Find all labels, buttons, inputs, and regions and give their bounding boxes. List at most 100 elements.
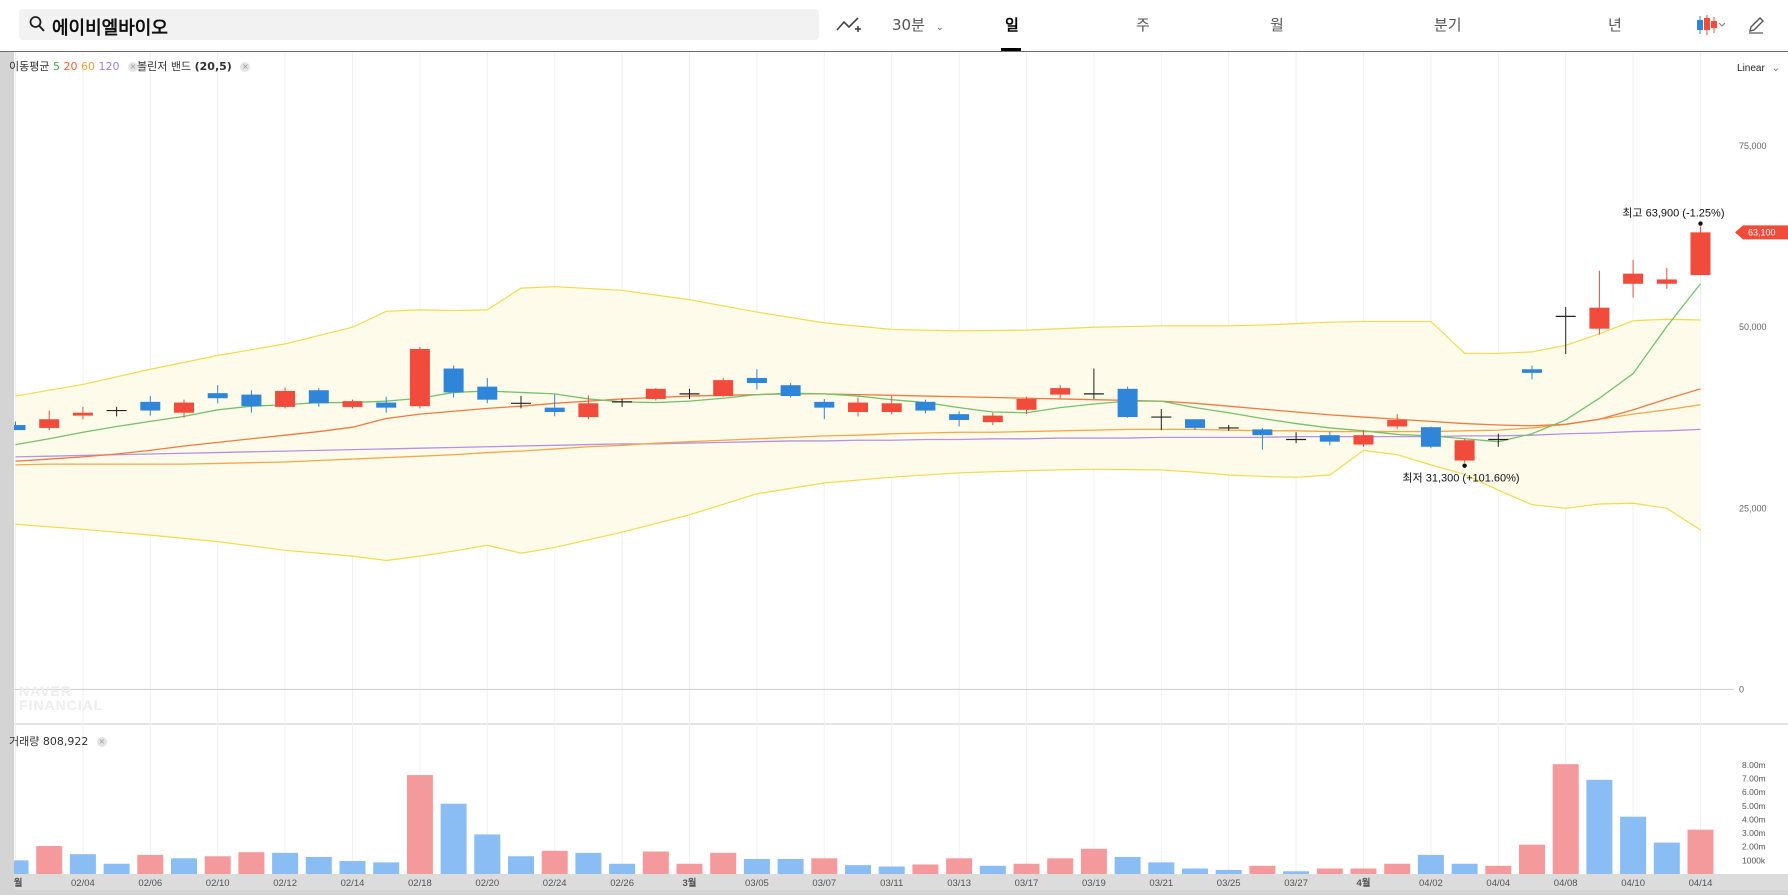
volume-bar[interactable] xyxy=(541,850,568,874)
candlestick[interactable] xyxy=(1690,226,1711,276)
volume-bar[interactable] xyxy=(811,858,838,874)
candlestick[interactable] xyxy=(645,388,666,401)
volume-bar[interactable] xyxy=(1586,779,1613,874)
x-tick-label: 03/17 xyxy=(1015,878,1039,889)
volume-bar[interactable] xyxy=(36,846,63,874)
candle-body xyxy=(275,390,296,407)
interval-select[interactable]: 30분 ⌄ xyxy=(892,14,944,35)
candle-body xyxy=(342,401,363,407)
search-icon[interactable] xyxy=(29,15,45,38)
candlestick[interactable] xyxy=(1656,267,1677,289)
volume-bar[interactable] xyxy=(69,854,96,874)
volume-bar[interactable] xyxy=(474,834,501,874)
remove-bollinger-icon[interactable]: × xyxy=(240,62,251,72)
tab-year[interactable]: 년 xyxy=(1608,14,1622,35)
volume-bar[interactable] xyxy=(575,852,602,874)
search-input[interactable]: 에이비엘바이오 xyxy=(52,14,168,40)
volume-bar[interactable] xyxy=(642,851,669,874)
candlestick[interactable] xyxy=(1420,426,1441,449)
chevron-down-icon: ⌄ xyxy=(1771,63,1780,74)
x-tick-label: 04/14 xyxy=(1689,878,1713,889)
candle-body xyxy=(982,415,1003,423)
candle-body xyxy=(544,407,565,412)
volume-bar[interactable] xyxy=(204,856,231,874)
volume-bar[interactable] xyxy=(878,866,905,874)
volume-bar[interactable] xyxy=(1384,863,1411,874)
volume-bar[interactable] xyxy=(373,862,400,874)
chart-area[interactable]: 최고 63,900 (-1.25%) 최저 31,300 (+101.60%) 75… xyxy=(2,52,1788,890)
watermark-line: FINANCIAL xyxy=(19,697,104,713)
volume-bar[interactable] xyxy=(1451,863,1478,874)
volume-bar[interactable] xyxy=(171,858,197,874)
volume-bar[interactable] xyxy=(1080,848,1107,874)
volume-bar[interactable] xyxy=(272,852,299,874)
candlestick[interactable] xyxy=(1117,386,1138,418)
volume-bar[interactable] xyxy=(238,852,265,874)
volume-bar[interactable] xyxy=(1283,871,1310,874)
chart-type-candle-icon[interactable] xyxy=(1695,14,1726,41)
volume-bar[interactable] xyxy=(946,858,973,874)
volume-bar[interactable] xyxy=(912,864,939,874)
volume-bar[interactable] xyxy=(1350,868,1377,874)
volume-bar[interactable] xyxy=(1148,862,1175,874)
volume-bar[interactable] xyxy=(1620,816,1647,874)
volume-bar[interactable] xyxy=(1215,869,1242,874)
candlestick[interactable] xyxy=(713,377,734,397)
volume-bar[interactable] xyxy=(440,803,467,874)
volume-bar[interactable] xyxy=(305,856,332,874)
volume-bar[interactable] xyxy=(777,858,804,874)
candlestick[interactable] xyxy=(1623,259,1644,298)
tab-quarter[interactable]: 분기 xyxy=(1434,14,1462,35)
scale-label: Linear xyxy=(1737,63,1765,74)
volume-bar[interactable] xyxy=(1182,868,1208,874)
low-annotation: 최저 31,300 (+101.60%) xyxy=(1402,472,1519,485)
volume-bar[interactable] xyxy=(1552,764,1579,874)
x-tick-label: 03/21 xyxy=(1149,878,1173,889)
volume-bar[interactable] xyxy=(137,854,164,874)
volume-bar[interactable] xyxy=(1485,865,1512,874)
volume-y-tick-label: 7.00m xyxy=(1742,773,1766,783)
candlestick[interactable] xyxy=(1589,270,1610,335)
volume-bar[interactable] xyxy=(710,852,737,874)
candlestick[interactable] xyxy=(780,383,801,398)
tab-week[interactable]: 주 xyxy=(1136,14,1150,35)
candle-body xyxy=(1117,388,1138,418)
ma60-label: 60 xyxy=(80,60,95,73)
price-chart-svg[interactable]: 최고 63,900 (-1.25%) 최저 31,300 (+101.60%) 75… xyxy=(2,52,1788,890)
candle-body xyxy=(1050,388,1071,395)
volume-bar[interactable] xyxy=(1687,829,1714,874)
volume-bar[interactable] xyxy=(1417,854,1444,874)
volume-bar[interactable] xyxy=(103,863,130,874)
candle-body xyxy=(746,377,767,384)
draw-pencil-icon[interactable] xyxy=(1747,16,1765,39)
y-tick-label: 50,000 xyxy=(1739,322,1767,332)
volume-bar[interactable] xyxy=(743,858,770,874)
candlestick[interactable] xyxy=(1454,438,1475,463)
volume-bar[interactable] xyxy=(609,863,636,874)
volume-bar[interactable] xyxy=(979,865,1006,874)
tab-month[interactable]: 월 xyxy=(1270,14,1284,35)
volume-bar[interactable] xyxy=(1047,858,1074,874)
volume-bar[interactable] xyxy=(2,860,29,874)
candle-body xyxy=(915,401,936,411)
volume-bar[interactable] xyxy=(1316,868,1343,874)
candle-body xyxy=(1252,429,1273,436)
tab-day[interactable]: 일 xyxy=(1005,14,1019,35)
volume-bar[interactable] xyxy=(1114,856,1141,874)
volume-bar[interactable] xyxy=(676,863,703,874)
candle-body xyxy=(1589,307,1610,329)
volume-bar[interactable] xyxy=(1653,842,1680,874)
scale-toggle[interactable]: Linear ⌄ xyxy=(1737,63,1780,74)
candlestick[interactable] xyxy=(409,346,430,409)
volume-bar[interactable] xyxy=(339,861,366,874)
volume-bar[interactable] xyxy=(508,856,534,874)
indicator-add-icon[interactable] xyxy=(836,15,862,40)
volume-bar[interactable] xyxy=(1013,863,1040,874)
search-box[interactable]: 에이비엘바이오 xyxy=(19,9,819,40)
volume-bar[interactable] xyxy=(845,865,871,874)
volume-bar[interactable] xyxy=(1249,865,1276,874)
volume-bar[interactable] xyxy=(406,775,433,874)
volume-bar[interactable] xyxy=(1519,844,1545,874)
candle-body xyxy=(949,414,970,420)
remove-volume-icon[interactable]: × xyxy=(96,737,107,747)
